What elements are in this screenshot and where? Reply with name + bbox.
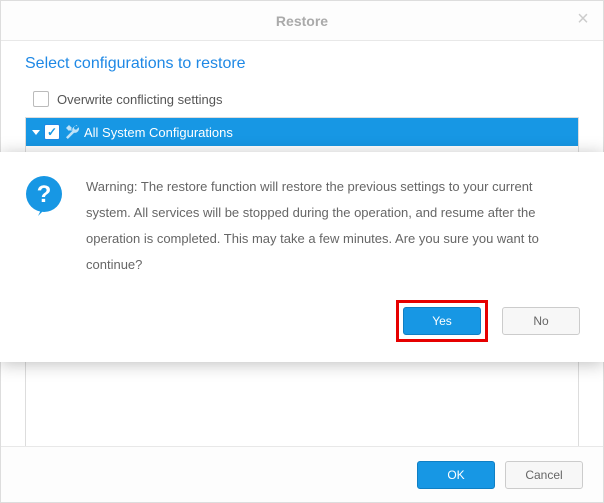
modal-footer: Yes No — [86, 300, 580, 342]
tree-row-root[interactable]: ✓ All System Configurations — [26, 118, 578, 146]
window-footer: OK Cancel — [1, 446, 603, 502]
tree-checkbox[interactable]: ✓ — [44, 124, 60, 140]
cancel-button[interactable]: Cancel — [505, 461, 583, 489]
modal-body: Warning: The restore function will resto… — [86, 174, 580, 342]
close-icon[interactable]: × — [575, 11, 591, 27]
page-heading: Select configurations to restore — [25, 55, 579, 73]
modal-warning-text: Warning: The restore function will resto… — [86, 174, 580, 278]
overwrite-row: Overwrite conflicting settings — [25, 87, 579, 111]
disclosure-icon[interactable] — [32, 130, 40, 135]
tree-row-label: All System Configurations — [84, 125, 233, 140]
ok-button[interactable]: OK — [417, 461, 495, 489]
window-title: Restore — [276, 13, 328, 29]
confirm-dialog: ? Warning: The restore function will res… — [0, 152, 604, 362]
svg-text:?: ? — [37, 181, 52, 208]
titlebar: Restore × — [1, 1, 603, 41]
question-icon: ? — [24, 174, 68, 218]
yes-button[interactable]: Yes — [403, 307, 481, 335]
overwrite-checkbox[interactable] — [33, 91, 49, 107]
overwrite-label: Overwrite conflicting settings — [57, 92, 222, 107]
yes-highlight-box: Yes — [396, 300, 488, 342]
no-button[interactable]: No — [502, 307, 580, 335]
tools-icon — [64, 124, 80, 140]
